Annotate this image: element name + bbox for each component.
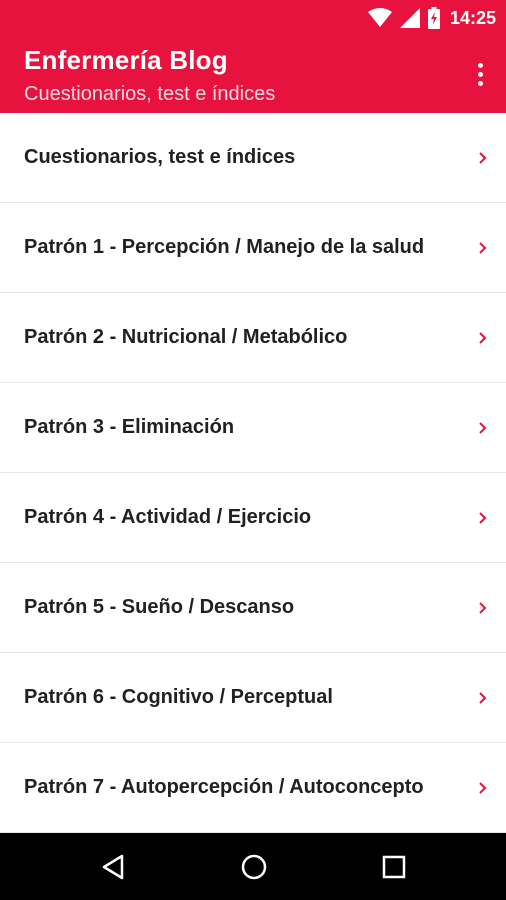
cell-signal-icon bbox=[399, 8, 420, 28]
list-item-patron-7[interactable]: Patrón 7 - Autopercepción / Autoconcepto bbox=[0, 743, 506, 833]
chevron-right-icon bbox=[479, 691, 487, 704]
app-subtitle: Cuestionarios, test e índices bbox=[24, 83, 276, 105]
list-item-label: Patrón 6 - Cognitivo / Perceptual bbox=[24, 686, 333, 708]
list-item-patron-6[interactable]: Patrón 6 - Cognitivo / Perceptual bbox=[0, 653, 506, 743]
app-title: Enfermería Blog bbox=[24, 45, 228, 75]
chevron-right-icon bbox=[479, 241, 487, 254]
list-item-label: Patrón 5 - Sueño / Descanso bbox=[24, 596, 295, 618]
list-item-label: Patrón 3 - Eliminación bbox=[24, 416, 235, 438]
list-item-patron-3[interactable]: Patrón 3 - Eliminación bbox=[0, 383, 506, 473]
status-time: 14:25 bbox=[449, 7, 496, 28]
back-icon[interactable] bbox=[93, 847, 133, 887]
list-item-patron-5[interactable]: Patrón 5 - Sueño / Descanso bbox=[0, 563, 506, 653]
status-icons: 14:25 bbox=[367, 0, 496, 36]
wifi-icon bbox=[367, 8, 392, 28]
chevron-right-icon bbox=[479, 331, 487, 344]
home-icon[interactable] bbox=[234, 847, 274, 887]
list-item-cuestionarios[interactable]: Cuestionarios, test e índices bbox=[0, 113, 506, 203]
list-item-patron-4[interactable]: Patrón 4 - Actividad / Ejercicio bbox=[0, 473, 506, 563]
list-item-label: Patrón 7 - Autopercepción / Autoconcepto bbox=[24, 776, 424, 798]
list-item-label: Patrón 1 - Percepción / Manejo de la sal… bbox=[24, 236, 425, 258]
category-list: Cuestionarios, test e índices Patrón 1 -… bbox=[0, 113, 506, 833]
list-item-patron-2[interactable]: Patrón 2 - Nutricional / Metabólico bbox=[0, 293, 506, 383]
battery-charging-icon bbox=[427, 7, 440, 29]
status-bar: 14:25 bbox=[0, 0, 506, 36]
list-item-label: Patrón 4 - Actividad / Ejercicio bbox=[24, 506, 312, 528]
chevron-right-icon bbox=[479, 601, 487, 614]
list-item-label: Patrón 2 - Nutricional / Metabólico bbox=[24, 326, 348, 348]
chevron-right-icon bbox=[479, 421, 487, 434]
app-bar: Enfermería Blog Cuestionarios, test e ín… bbox=[0, 36, 506, 113]
chevron-right-icon bbox=[479, 151, 487, 164]
chevron-right-icon bbox=[479, 781, 487, 794]
list-item-patron-1[interactable]: Patrón 1 - Percepción / Manejo de la sal… bbox=[0, 203, 506, 293]
chevron-right-icon bbox=[479, 511, 487, 524]
list-item-label: Cuestionarios, test e índices bbox=[24, 146, 296, 168]
recents-icon[interactable] bbox=[374, 847, 414, 887]
system-nav-bar bbox=[0, 833, 506, 900]
overflow-menu-icon[interactable] bbox=[468, 56, 492, 92]
